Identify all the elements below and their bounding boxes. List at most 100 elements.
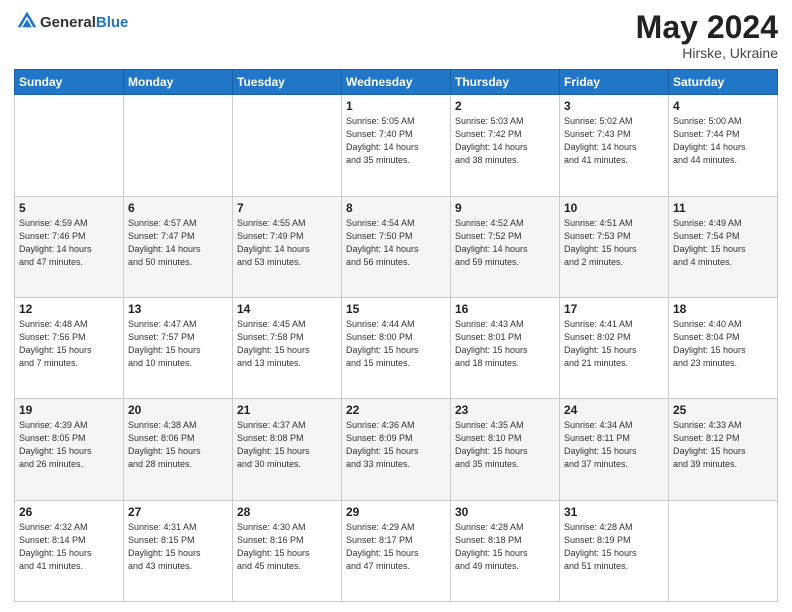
calendar-week-row: 12 Sunrise: 4:48 AMSunset: 7:56 PMDayligh… (15, 297, 778, 398)
table-row: 1Sunrise: 5:05 AMSunset: 7:40 PMDaylight… (342, 95, 451, 196)
table-row: 12 Sunrise: 4:48 AMSunset: 7:56 PMDayligh… (15, 297, 124, 398)
table-row: 9 Sunrise: 4:52 AMSunset: 7:52 PMDaylight… (451, 196, 560, 297)
day-number: 22 (346, 403, 446, 417)
day-info: Sunrise: 4:43 AMSunset: 8:01 PMDaylight:… (455, 318, 555, 370)
day-number: 24 (564, 403, 664, 417)
table-row: 28 Sunrise: 4:30 AMSunset: 8:16 PMDayligh… (233, 500, 342, 601)
calendar-table: Sunday Monday Tuesday Wednesday Thursday… (14, 69, 778, 602)
day-info: Sunrise: 4:35 AMSunset: 8:10 PMDaylight:… (455, 419, 555, 471)
day-number: 3 (564, 99, 664, 113)
logo-blue: Blue (96, 14, 129, 31)
table-row (233, 95, 342, 196)
day-number: 15 (346, 302, 446, 316)
table-row: 11Sunrise: 4:49 AMSunset: 7:54 PMDayligh… (669, 196, 778, 297)
table-row: 19Sunrise: 4:39 AMSunset: 8:05 PMDayligh… (15, 399, 124, 500)
day-number: 1 (346, 99, 446, 113)
day-info: Sunrise: 5:03 AMSunset: 7:42 PMDaylight:… (455, 115, 555, 167)
table-row: 10 Sunrise: 4:51 AMSunset: 7:53 PMDayligh… (560, 196, 669, 297)
day-number: 8 (346, 201, 446, 215)
day-info: Sunrise: 4:41 AMSunset: 8:02 PMDaylight:… (564, 318, 664, 370)
table-row: 30 Sunrise: 4:28 AMSunset: 8:18 PMDayligh… (451, 500, 560, 601)
table-row: 27 Sunrise: 4:31 AMSunset: 8:15 PMDayligh… (124, 500, 233, 601)
table-row: 8 Sunrise: 4:54 AMSunset: 7:50 PMDaylight… (342, 196, 451, 297)
location-subtitle: Hirske, Ukraine (636, 45, 778, 61)
day-info: Sunrise: 4:51 AMSunset: 7:53 PMDaylight:… (564, 217, 664, 269)
table-row: 14 Sunrise: 4:45 AMSunset: 7:58 PMDayligh… (233, 297, 342, 398)
day-number: 28 (237, 505, 337, 519)
day-number: 4 (673, 99, 773, 113)
table-row (15, 95, 124, 196)
day-info: Sunrise: 4:55 AMSunset: 7:49 PMDaylight:… (237, 217, 337, 269)
table-row: 13 Sunrise: 4:47 AMSunset: 7:57 PMDayligh… (124, 297, 233, 398)
day-info: Sunrise: 4:48 AMSunset: 7:56 PMDaylight:… (19, 318, 119, 370)
day-info: Sunrise: 4:34 AMSunset: 8:11 PMDaylight:… (564, 419, 664, 471)
table-row: 15Sunrise: 4:44 AMSunset: 8:00 PMDayligh… (342, 297, 451, 398)
title-block: May 2024 Hirske, Ukraine (636, 10, 778, 61)
day-info: Sunrise: 4:31 AMSunset: 8:15 PMDaylight:… (128, 521, 228, 573)
day-info: Sunrise: 5:02 AMSunset: 7:43 PMDaylight:… (564, 115, 664, 167)
day-info: Sunrise: 4:57 AMSunset: 7:47 PMDaylight:… (128, 217, 228, 269)
day-number: 6 (128, 201, 228, 215)
day-number: 29 (346, 505, 446, 519)
day-number: 9 (455, 201, 555, 215)
calendar-week-row: 1Sunrise: 5:05 AMSunset: 7:40 PMDaylight… (15, 95, 778, 196)
month-title: May 2024 (636, 10, 778, 45)
day-info: Sunrise: 4:29 AMSunset: 8:17 PMDaylight:… (346, 521, 446, 573)
table-row: 20Sunrise: 4:38 AMSunset: 8:06 PMDayligh… (124, 399, 233, 500)
day-number: 30 (455, 505, 555, 519)
table-row (669, 500, 778, 601)
table-row: 29 Sunrise: 4:29 AMSunset: 8:17 PMDayligh… (342, 500, 451, 601)
day-number: 27 (128, 505, 228, 519)
day-info: Sunrise: 4:32 AMSunset: 8:14 PMDaylight:… (19, 521, 119, 573)
header-row: Sunday Monday Tuesday Wednesday Thursday… (15, 70, 778, 95)
day-info: Sunrise: 4:30 AMSunset: 8:16 PMDaylight:… (237, 521, 337, 573)
calendar-week-row: 26 Sunrise: 4:32 AMSunset: 8:14 PMDayligh… (15, 500, 778, 601)
day-info: Sunrise: 4:52 AMSunset: 7:52 PMDaylight:… (455, 217, 555, 269)
table-row (124, 95, 233, 196)
day-number: 10 (564, 201, 664, 215)
day-number: 5 (19, 201, 119, 215)
day-number: 18 (673, 302, 773, 316)
day-info: Sunrise: 4:37 AMSunset: 8:08 PMDaylight:… (237, 419, 337, 471)
day-info: Sunrise: 4:59 AMSunset: 7:46 PMDaylight:… (19, 217, 119, 269)
day-info: Sunrise: 4:45 AMSunset: 7:58 PMDaylight:… (237, 318, 337, 370)
table-row: 31 Sunrise: 4:28 AMSunset: 8:19 PMDayligh… (560, 500, 669, 601)
table-row: 25Sunrise: 4:33 AMSunset: 8:12 PMDayligh… (669, 399, 778, 500)
th-sunday: Sunday (15, 70, 124, 95)
day-info: Sunrise: 4:28 AMSunset: 8:19 PMDaylight:… (564, 521, 664, 573)
th-tuesday: Tuesday (233, 70, 342, 95)
day-number: 7 (237, 201, 337, 215)
table-row: 4Sunrise: 5:00 AMSunset: 7:44 PMDaylight… (669, 95, 778, 196)
day-number: 31 (564, 505, 664, 519)
day-number: 12 (19, 302, 119, 316)
day-number: 19 (19, 403, 119, 417)
header: GeneralBlue May 2024 Hirske, Ukraine (14, 10, 778, 61)
day-info: Sunrise: 4:28 AMSunset: 8:18 PMDaylight:… (455, 521, 555, 573)
th-friday: Friday (560, 70, 669, 95)
table-row: 23 Sunrise: 4:35 AMSunset: 8:10 PMDayligh… (451, 399, 560, 500)
table-row: 24 Sunrise: 4:34 AMSunset: 8:11 PMDayligh… (560, 399, 669, 500)
table-row: 21Sunrise: 4:37 AMSunset: 8:08 PMDayligh… (233, 399, 342, 500)
day-info: Sunrise: 4:47 AMSunset: 7:57 PMDaylight:… (128, 318, 228, 370)
day-number: 13 (128, 302, 228, 316)
calendar-week-row: 19Sunrise: 4:39 AMSunset: 8:05 PMDayligh… (15, 399, 778, 500)
day-number: 26 (19, 505, 119, 519)
logo-general: General (40, 14, 96, 31)
table-row: 2Sunrise: 5:03 AMSunset: 7:42 PMDaylight… (451, 95, 560, 196)
table-row: 5 Sunrise: 4:59 AMSunset: 7:46 PMDaylight… (15, 196, 124, 297)
th-thursday: Thursday (451, 70, 560, 95)
table-row: 3 Sunrise: 5:02 AMSunset: 7:43 PMDaylight… (560, 95, 669, 196)
table-row: 18 Sunrise: 4:40 AMSunset: 8:04 PMDayligh… (669, 297, 778, 398)
th-monday: Monday (124, 70, 233, 95)
table-row: 7 Sunrise: 4:55 AMSunset: 7:49 PMDaylight… (233, 196, 342, 297)
day-info: Sunrise: 4:54 AMSunset: 7:50 PMDaylight:… (346, 217, 446, 269)
day-number: 14 (237, 302, 337, 316)
day-number: 17 (564, 302, 664, 316)
logo-icon (16, 10, 38, 32)
day-info: Sunrise: 4:36 AMSunset: 8:09 PMDaylight:… (346, 419, 446, 471)
table-row: 17 Sunrise: 4:41 AMSunset: 8:02 PMDayligh… (560, 297, 669, 398)
table-row: 6 Sunrise: 4:57 AMSunset: 7:47 PMDaylight… (124, 196, 233, 297)
day-number: 23 (455, 403, 555, 417)
day-number: 16 (455, 302, 555, 316)
day-info: Sunrise: 4:40 AMSunset: 8:04 PMDaylight:… (673, 318, 773, 370)
